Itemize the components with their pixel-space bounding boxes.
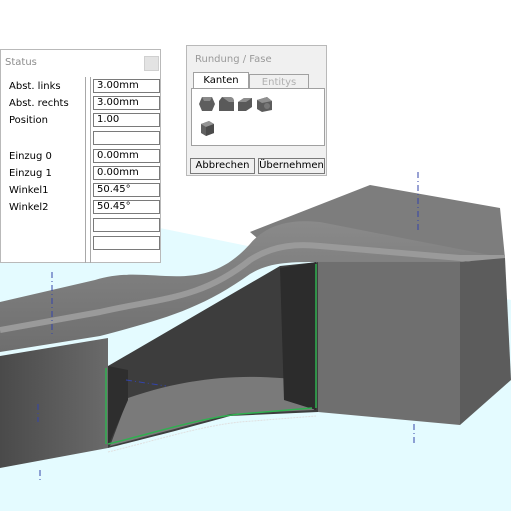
duct-inner-wall-right	[280, 262, 316, 410]
right-box-front	[318, 262, 460, 425]
dialog-body: Entitys Kanten	[189, 72, 325, 197]
status-panel: Status Abst. links Abst. rechts Position…	[0, 49, 161, 263]
chamfer-edge-icon[interactable]	[236, 95, 254, 113]
label-einzug-0: Einzug 0	[9, 151, 52, 162]
column-divider	[90, 77, 91, 263]
winkel1-input[interactable]: 50.45°	[93, 183, 160, 197]
label-position: Position	[9, 115, 48, 126]
empty-input[interactable]	[93, 131, 160, 145]
cancel-button[interactable]: Abbrechen	[190, 158, 255, 174]
label-abst-rechts: Abst. rechts	[9, 98, 69, 109]
left-box-front	[0, 338, 108, 468]
tab-kanten[interactable]: Kanten	[193, 72, 249, 89]
label-winkel2: Winkel2	[9, 202, 49, 213]
winkel2-input[interactable]: 50.45°	[93, 200, 160, 214]
label-winkel1: Winkel1	[9, 185, 49, 196]
fillet-solid-icon[interactable]	[198, 119, 216, 137]
empty-input[interactable]	[93, 218, 160, 232]
status-close-button[interactable]	[144, 56, 159, 71]
fillet-chamfer-dialog: Rundung / Fase Entitys Kanten Abbrechen …	[186, 45, 327, 176]
einzug-1-input[interactable]: 0.00mm	[93, 166, 160, 180]
fillet-face-icon[interactable]	[255, 95, 273, 113]
label-einzug-1: Einzug 1	[9, 168, 52, 179]
tools-panel	[191, 88, 325, 146]
abst-rechts-input[interactable]: 3.00mm	[93, 96, 160, 110]
einzug-0-input[interactable]: 0.00mm	[93, 149, 160, 163]
empty-input[interactable]	[93, 236, 160, 250]
fillet-edge-icon[interactable]	[217, 95, 235, 113]
status-panel-title: Status	[5, 57, 37, 68]
fillet-vertex-icon[interactable]	[198, 95, 216, 113]
label-abst-links: Abst. links	[9, 81, 61, 92]
abst-links-input[interactable]: 3.00mm	[93, 79, 160, 93]
dialog-title: Rundung / Fase	[195, 54, 272, 65]
position-input[interactable]: 1.00	[93, 113, 160, 127]
column-divider	[85, 77, 86, 263]
apply-button[interactable]: Übernehmen	[258, 158, 325, 174]
